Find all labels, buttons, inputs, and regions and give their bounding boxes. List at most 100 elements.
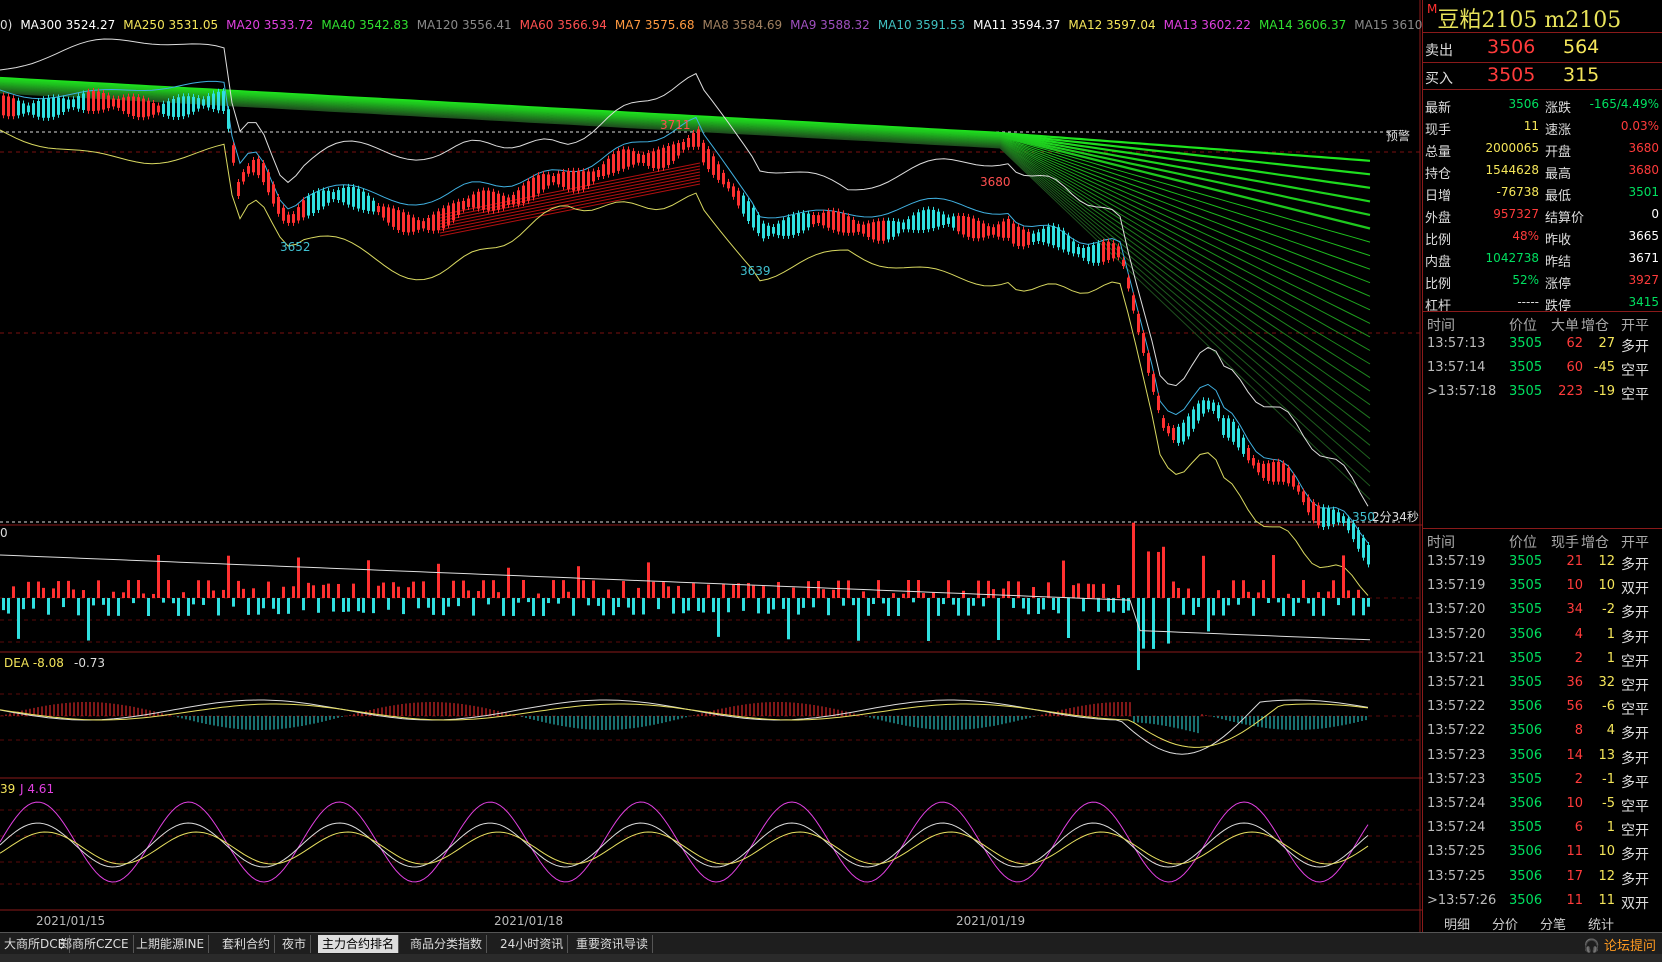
tick-row[interactable]: 13:57:20 3505 34 -2 多开: [1423, 599, 1662, 623]
candle-body: [877, 221, 880, 241]
quote-panel-tabs[interactable]: 明细 分价 分笔 统计: [1422, 912, 1662, 933]
volume-bar: [242, 588, 245, 598]
volume-bar: [72, 589, 75, 598]
exchange-tab[interactable]: 重要资讯导读: [572, 935, 654, 953]
tick-row[interactable]: 13:57:25 3506 11 10 多开: [1423, 841, 1662, 865]
volume-bar: [272, 598, 275, 609]
candle-body: [592, 171, 595, 182]
forum-link[interactable]: 🎧 论坛提问: [1584, 935, 1656, 954]
candle-body: [807, 213, 810, 228]
tick-row[interactable]: 13:57:19 3505 10 10 双开: [1423, 575, 1662, 599]
candle-body: [457, 201, 460, 215]
tick-row[interactable]: 13:57:21 3505 36 32 空开: [1423, 672, 1662, 696]
tick-row[interactable]: 13:57:24 3505 6 1 空开: [1423, 817, 1662, 841]
tick-row[interactable]: 13:57:20 3506 4 1 多开: [1423, 624, 1662, 648]
tick-row[interactable]: 13:57:22 3506 8 4 多开: [1423, 720, 1662, 744]
panel-tab[interactable]: 分价: [1492, 914, 1518, 933]
volume-bar: [797, 598, 800, 615]
volume-bar: [1317, 592, 1320, 598]
volume-bar: [1272, 555, 1275, 598]
candle-body: [1232, 421, 1235, 442]
candle-body: [1297, 485, 1300, 492]
candle-body: [317, 191, 320, 210]
candle-body: [157, 105, 160, 113]
ask-row[interactable]: 卖出 3506 564: [1423, 36, 1662, 60]
tick-open-close: 空平: [1621, 363, 1649, 379]
candle-body: [72, 99, 75, 108]
candle-body: [32, 103, 35, 115]
volume-bar: [1042, 598, 1045, 610]
exchange-tab[interactable]: 主力合约排名: [318, 935, 400, 953]
stat-key: 持仓: [1425, 167, 1452, 182]
exchange-tab[interactable]: 郑商所CZCE: [56, 935, 134, 953]
tick-row[interactable]: 13:57:13 3505 62 27 多开: [1423, 333, 1662, 357]
candle-body: [222, 91, 225, 111]
tick-row[interactable]: 13:57:24 3506 10 -5 空平: [1423, 793, 1662, 817]
candle-body: [1082, 248, 1085, 258]
tick-row[interactable]: 13:57:22 3506 56 -6 空平: [1423, 696, 1662, 720]
volume-bar: [252, 588, 255, 598]
candle-body: [442, 208, 445, 229]
stat-value: 0: [1651, 207, 1659, 221]
panel-tab[interactable]: 明细: [1444, 914, 1470, 933]
stat-key: 涨停: [1545, 277, 1572, 292]
tick-row[interactable]: 13:57:19 3505 21 12 多开: [1423, 551, 1662, 575]
volume-bar: [702, 598, 705, 613]
bid-row[interactable]: 买入 3505 315: [1423, 64, 1662, 88]
tick-row[interactable]: >13:57:26 3506 11 11 双开: [1423, 890, 1662, 914]
candle-body: [792, 214, 795, 235]
volume-bar: [1342, 555, 1345, 598]
volume-bar: [837, 580, 840, 598]
exchange-tab[interactable]: 套利合约: [218, 935, 276, 953]
panel-tab[interactable]: 统计: [1588, 914, 1614, 933]
candle-body: [642, 154, 645, 163]
tick-row[interactable]: 13:57:14 3505 60 -45 空平: [1423, 357, 1662, 381]
ask-volume: 564: [1563, 36, 1600, 58]
exchange-tab[interactable]: 夜市: [278, 935, 312, 953]
candle-body: [27, 105, 30, 113]
alert-label[interactable]: 预警: [1386, 127, 1410, 144]
candle-body: [522, 185, 525, 204]
tick-row[interactable]: >13:57:18 3505 223 -19 空平: [1423, 381, 1662, 405]
volume-bar: [827, 598, 830, 616]
stat-key: 现手: [1425, 123, 1452, 138]
kline-chart-svg[interactable]: [0, 0, 1422, 932]
candle-body: [602, 164, 605, 177]
kline-chart-area[interactable]: 0) MA300 3524.27 MA250 3531.05 MA20 3533.72…: [0, 0, 1442, 932]
tick-open-close: 双开: [1621, 895, 1649, 912]
tick-row[interactable]: 13:57:25 3506 17 12 多开: [1423, 866, 1662, 890]
volume-bar: [297, 557, 300, 598]
exchange-tab[interactable]: 上期能源INE: [132, 935, 210, 953]
volume-bar: [547, 598, 550, 604]
tick-time: 13:57:19: [1427, 554, 1486, 569]
candle-body: [1017, 226, 1020, 246]
volume-bar: [782, 598, 785, 609]
volume-bar: [677, 585, 680, 598]
volume-bar: [977, 580, 980, 598]
tick-row[interactable]: 13:57:23 3506 14 13 多开: [1423, 745, 1662, 769]
volume-bar: [77, 598, 80, 616]
column-header: 时间: [1427, 318, 1455, 334]
volume-bar: [1367, 598, 1370, 607]
candle-body: [1092, 245, 1095, 263]
candle-body: [1352, 523, 1355, 540]
macd-value-label: -0.73: [74, 656, 106, 670]
volume-bar: [492, 580, 495, 598]
candle-body: [847, 216, 850, 233]
volume-bar: [997, 598, 1000, 641]
tick-row[interactable]: 13:57:21 3505 2 1 空开: [1423, 648, 1662, 672]
volume-bar: [722, 584, 725, 598]
low-label-2: 3639: [740, 264, 771, 278]
stat-key: 速涨: [1545, 123, 1572, 138]
volume-bar: [772, 598, 775, 610]
tick-price: 3506: [1509, 796, 1543, 811]
volume-bar: [622, 581, 625, 598]
column-header: 增仓: [1581, 535, 1609, 551]
candle-body: [772, 227, 775, 234]
exchange-tab[interactable]: 24小时资讯: [496, 935, 569, 953]
contract-title[interactable]: M豆粕2105 m2105: [1427, 2, 1621, 33]
candle-body: [82, 93, 85, 110]
tick-row[interactable]: 13:57:23 3505 2 -1 多平: [1423, 769, 1662, 793]
panel-tab[interactable]: 分笔: [1540, 914, 1566, 933]
exchange-tab[interactable]: 商品分类指数: [406, 935, 488, 953]
